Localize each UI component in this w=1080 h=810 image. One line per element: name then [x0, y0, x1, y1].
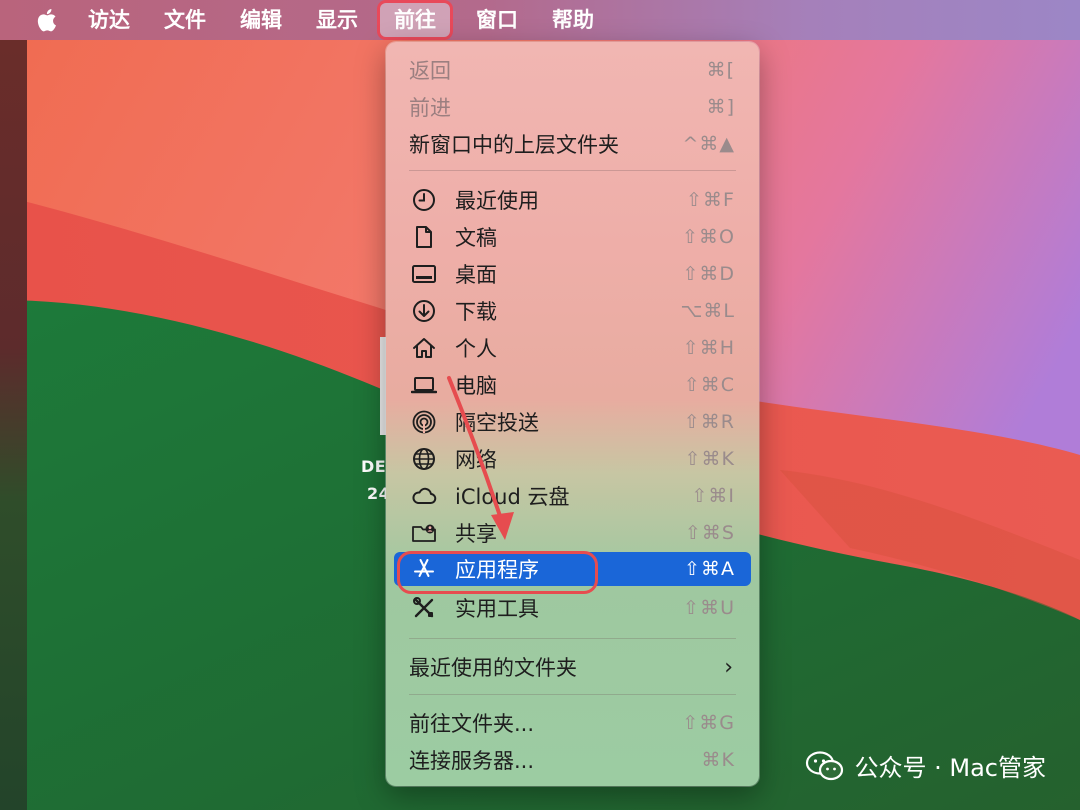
menu-separator	[409, 694, 736, 695]
menu-item-connect-server[interactable]: 连接服务器... ⌘K	[394, 743, 751, 777]
menu-item-airdrop[interactable]: 隔空投送 ⇧⌘R	[394, 405, 751, 439]
menu-item-label: 桌面	[455, 263, 497, 287]
menu-item-label: 返回	[409, 59, 451, 83]
menu-item-icloud[interactable]: iCloud 云盘 ⇧⌘I	[394, 479, 751, 513]
menu-edit[interactable]: 编辑	[232, 3, 290, 37]
menu-item-shortcut: ⌘[	[706, 59, 735, 81]
menu-finder[interactable]: 访达	[80, 3, 138, 37]
menu-item-utilities[interactable]: 实用工具 ⇧⌘U	[394, 591, 751, 625]
menu-item-label: 个人	[455, 337, 497, 361]
menu-item-network[interactable]: 网络 ⇧⌘K	[394, 442, 751, 476]
menu-item-go-to-folder[interactable]: 前往文件夹... ⇧⌘G	[394, 706, 751, 740]
menu-item-shortcut: ^⌘▲	[682, 133, 735, 155]
menu-item-applications[interactable]: 应用程序 ⇧⌘A	[394, 552, 751, 586]
menu-item-downloads[interactable]: 下载 ⌥⌘L	[394, 294, 751, 328]
menu-item-shortcut: ⇧⌘G	[682, 712, 735, 734]
menu-item-label: 连接服务器...	[409, 749, 535, 773]
app-store-icon	[411, 556, 437, 582]
menu-item-back[interactable]: 返回 ⌘[	[394, 53, 751, 87]
apple-icon[interactable]	[34, 7, 58, 33]
chevron-right-icon: ›	[724, 654, 733, 680]
menu-item-shortcut: ⇧⌘C	[683, 374, 735, 396]
menu-separator	[409, 170, 736, 171]
menu-item-desktop[interactable]: 桌面 ⇧⌘D	[394, 257, 751, 291]
menu-item-label: 共享	[455, 522, 497, 546]
menu-item-shortcut: ⌘K	[701, 749, 735, 771]
menu-item-documents[interactable]: 文稿 ⇧⌘O	[394, 220, 751, 254]
menu-go[interactable]: 前往	[380, 3, 450, 37]
home-icon	[411, 335, 437, 361]
menu-item-label: 实用工具	[455, 597, 539, 621]
menu-item-label: 下载	[455, 300, 497, 324]
menu-item-label: 电脑	[455, 374, 497, 398]
menu-item-label: 前往文件夹...	[409, 712, 535, 736]
menu-item-label: 文稿	[455, 226, 497, 250]
menu-item-shortcut: ⇧⌘D	[682, 263, 735, 285]
menu-item-label: 隔空投送	[455, 411, 539, 435]
menu-item-shortcut: ⇧⌘K	[684, 448, 735, 470]
go-menu: 返回 ⌘[ 前进 ⌘] 新窗口中的上层文件夹 ^⌘▲ 最近使用 ⇧⌘F 文稿 ⇧…	[386, 42, 759, 786]
menu-item-home[interactable]: 个人 ⇧⌘H	[394, 331, 751, 365]
menu-item-recents[interactable]: 最近使用 ⇧⌘F	[394, 183, 751, 217]
menu-item-forward[interactable]: 前进 ⌘]	[394, 90, 751, 124]
menu-help[interactable]: 帮助	[544, 3, 602, 37]
menu-item-label: 最近使用的文件夹	[409, 656, 577, 680]
menu-item-label: 应用程序	[455, 558, 539, 582]
menu-item-shortcut: ⇧⌘O	[682, 226, 735, 248]
desktop-item-label-1: DE	[361, 457, 387, 476]
globe-icon	[411, 446, 437, 472]
menu-item-shortcut: ⌘]	[706, 96, 735, 118]
menu-bar: 访达 文件 编辑 显示 前往 窗口 帮助	[0, 0, 1080, 40]
menu-item-shortcut: ⇧⌘S	[685, 522, 735, 544]
menu-item-shortcut: ⇧⌘H	[682, 337, 735, 359]
desktop-icon	[411, 261, 437, 287]
menu-item-label: 最近使用	[455, 189, 539, 213]
document-icon	[411, 224, 437, 250]
menu-item-shortcut: ⇧⌘A	[684, 558, 735, 580]
watermark-text: 公众号 · Mac管家	[854, 754, 1047, 782]
airdrop-icon	[411, 409, 437, 435]
tools-icon	[411, 595, 437, 621]
clock-icon	[411, 187, 437, 213]
menu-item-recent-folders[interactable]: 最近使用的文件夹 ›	[394, 650, 751, 684]
watermark: 公众号 · Mac管家	[805, 748, 1047, 783]
cloud-icon	[411, 483, 437, 509]
laptop-icon	[411, 372, 437, 398]
menu-item-label: 新窗口中的上层文件夹	[409, 133, 619, 157]
menu-item-computer[interactable]: 电脑 ⇧⌘C	[394, 368, 751, 402]
menu-item-shortcut: ⇧⌘R	[683, 411, 735, 433]
menu-item-shared[interactable]: 共享 ⇧⌘S	[394, 516, 751, 550]
menu-separator	[409, 638, 736, 639]
download-icon	[411, 298, 437, 324]
menu-item-shortcut: ⇧⌘F	[686, 189, 735, 211]
wechat-icon	[805, 750, 843, 780]
menu-item-label: iCloud 云盘	[455, 485, 570, 509]
menu-item-shortcut: ⇧⌘U	[683, 597, 735, 619]
menu-item-shortcut: ⇧⌘I	[691, 485, 735, 507]
menu-item-label: 网络	[455, 448, 497, 472]
menu-item-shortcut: ⌥⌘L	[680, 300, 735, 322]
menu-file[interactable]: 文件	[156, 3, 214, 37]
menu-view[interactable]: 显示	[308, 3, 366, 37]
menu-window[interactable]: 窗口	[468, 3, 526, 37]
window-edge	[0, 40, 27, 810]
menu-item-label: 前进	[409, 96, 451, 120]
menu-item-enclosing-folder[interactable]: 新窗口中的上层文件夹 ^⌘▲	[394, 127, 751, 161]
shared-folder-icon	[411, 520, 437, 546]
